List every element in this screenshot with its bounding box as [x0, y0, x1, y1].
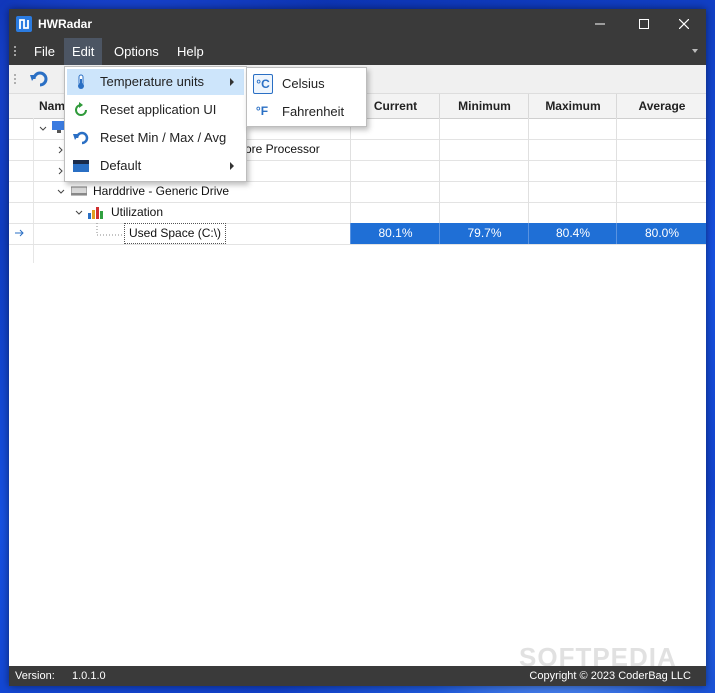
menu-options[interactable]: Options	[106, 38, 167, 65]
tree-node-label: Harddrive - Generic Drive	[93, 184, 230, 198]
minimize-icon	[595, 23, 605, 24]
collapse-chevron-icon[interactable]	[75, 209, 83, 217]
row-pointer-icon	[15, 229, 24, 237]
cell-maximum	[528, 202, 617, 223]
menu-item-reset-min-max-avg[interactable]: Reset Min / Max / Avg	[67, 125, 244, 151]
status-bar: Version: 1.0.1.0 Copyright © 2023 CoderB…	[9, 666, 706, 686]
undo-icon	[73, 131, 89, 145]
menu-item-celsius[interactable]: °C Celsius	[249, 70, 364, 97]
menu-item-label: Reset Min / Max / Avg	[100, 130, 227, 145]
app-logo-icon	[16, 16, 32, 32]
cell-average	[616, 139, 706, 160]
cell-minimum	[439, 202, 529, 223]
collapse-chevron-icon[interactable]	[39, 125, 47, 133]
menu-item-default[interactable]: Default	[67, 153, 244, 179]
version-label: Version:	[15, 670, 55, 682]
close-button[interactable]	[662, 9, 706, 38]
refresh-icon	[75, 102, 87, 116]
cell-minimum: 79.7%	[439, 223, 529, 244]
cell-current	[350, 139, 440, 160]
cell-maximum	[528, 139, 617, 160]
menu-item-label: Default	[100, 158, 142, 173]
theme-icon	[73, 160, 89, 172]
column-header-average[interactable]: Average	[616, 94, 706, 118]
temperature-units-submenu: °C Celsius °F Fahrenheit	[246, 67, 367, 127]
cell-minimum	[439, 118, 529, 139]
menu-item-label: Temperature units	[100, 74, 205, 89]
cell-current: 80.1%	[350, 223, 440, 244]
tree-node-label: Utilization	[111, 205, 164, 219]
cell-average	[616, 202, 706, 223]
menu-item-fahrenheit[interactable]: °F Fahrenheit	[249, 98, 364, 125]
cell-maximum	[528, 160, 617, 181]
menubar-grip[interactable]	[14, 45, 16, 58]
tree-connector-lines	[96, 223, 123, 236]
edit-dropdown-menu: Temperature units Reset application UI R…	[64, 66, 247, 182]
menu-help[interactable]: Help	[169, 38, 212, 65]
menu-file[interactable]: File	[26, 38, 63, 65]
version-value: 1.0.1.0	[72, 670, 106, 682]
window-title: HWRadar	[38, 17, 93, 31]
toolbar-grip[interactable]	[14, 73, 16, 86]
column-header-maximum[interactable]: Maximum	[528, 94, 617, 118]
close-icon	[679, 18, 689, 29]
cell-current	[350, 160, 440, 181]
tree-node-label: Used Space (C:\)	[124, 223, 227, 244]
menu-item-temperature-units[interactable]: Temperature units	[67, 69, 244, 95]
cell-minimum	[439, 160, 529, 181]
thermometer-icon	[78, 74, 84, 89]
copyright-text: Copyright © 2023 CoderBag LLC	[529, 670, 691, 682]
table-row[interactable]: Utilization	[9, 202, 706, 224]
menu-item-label: Celsius	[282, 76, 325, 91]
submenu-arrow-icon	[230, 162, 234, 170]
app-window: HWRadar File Edit Options Help Name Curr…	[9, 9, 706, 686]
cell-average	[616, 160, 706, 181]
maximize-icon	[639, 18, 649, 29]
bar-chart-icon	[88, 207, 103, 219]
menu-item-label: Fahrenheit	[282, 104, 345, 119]
cell-average	[616, 118, 706, 139]
menu-item-reset-ui[interactable]: Reset application UI	[67, 97, 244, 123]
minimize-button[interactable]	[578, 9, 622, 38]
cell-maximum: 80.4%	[528, 223, 617, 244]
celsius-icon: °C	[253, 74, 273, 94]
menubar-overflow-icon[interactable]	[692, 49, 698, 53]
maximize-button[interactable]	[622, 9, 666, 38]
column-header-minimum[interactable]: Minimum	[439, 94, 529, 118]
table-row-selected[interactable]: Used Space (C:\) 80.1% 79.7% 80.4% 80.0%	[9, 223, 706, 245]
menu-item-label: Reset application UI	[100, 102, 217, 117]
cell-maximum	[528, 118, 617, 139]
cell-minimum	[439, 139, 529, 160]
cell-average	[616, 181, 706, 202]
tree-node-label: ore Processor	[245, 142, 320, 156]
submenu-arrow-icon	[230, 78, 234, 86]
cell-average: 80.0%	[616, 223, 706, 244]
cell-minimum	[439, 181, 529, 202]
menu-edit[interactable]: Edit	[64, 38, 103, 65]
toolbar-undo-icon[interactable]	[29, 70, 49, 88]
title-bar: HWRadar	[9, 9, 706, 38]
fahrenheit-icon: °F	[255, 104, 269, 118]
table-row[interactable]: Harddrive - Generic Drive	[9, 181, 706, 203]
cell-maximum	[528, 181, 617, 202]
harddrive-icon	[71, 186, 87, 196]
collapse-chevron-icon[interactable]	[57, 188, 65, 196]
cell-current	[350, 181, 440, 202]
cell-current	[350, 202, 440, 223]
menu-bar: File Edit Options Help	[9, 38, 706, 65]
